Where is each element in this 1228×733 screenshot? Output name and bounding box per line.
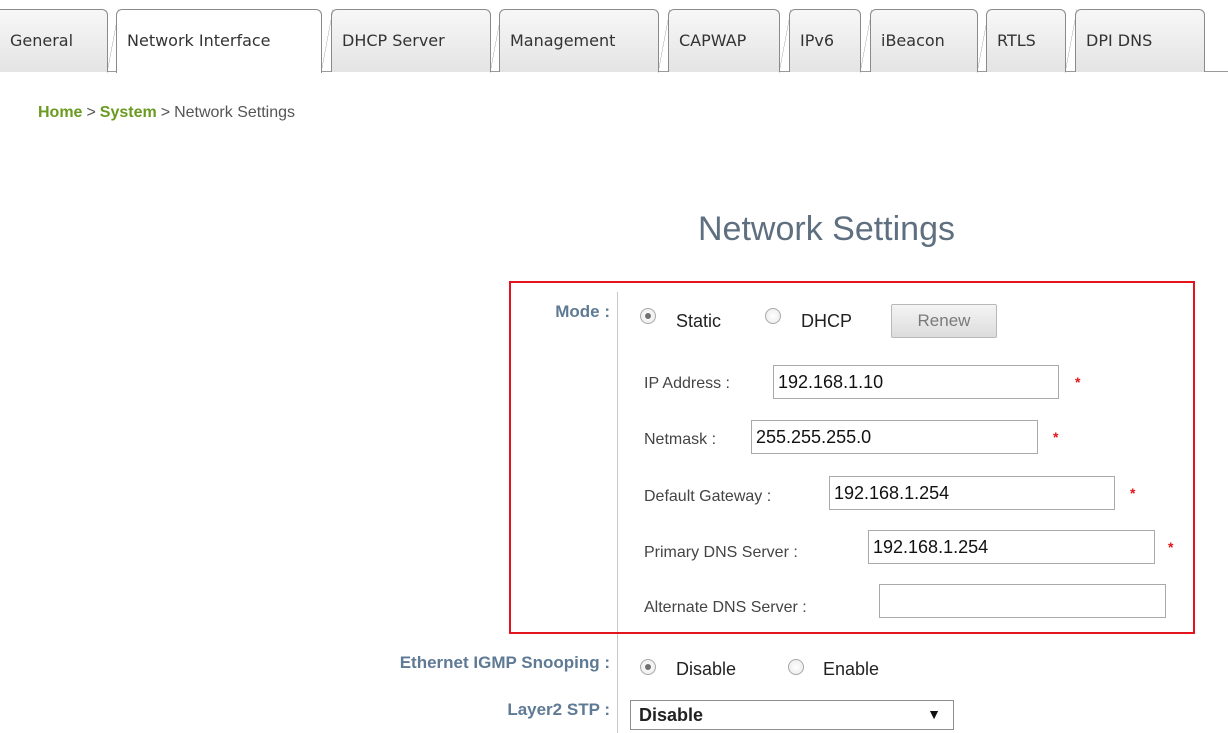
renew-button[interactable]: Renew (891, 304, 997, 338)
tab-dhcp-server[interactable]: DHCP Server (331, 9, 502, 73)
ip-address-required-marker: * (1075, 374, 1081, 390)
netmask-field[interactable] (751, 420, 1038, 454)
tab-label: Network Interface (127, 31, 271, 50)
breadcrumb-system-link[interactable]: System (100, 104, 157, 121)
tab-capwap[interactable]: CAPWAP (668, 9, 791, 73)
breadcrumb-separator: > (86, 104, 96, 121)
tab-ibeacon[interactable]: iBeacon (870, 9, 989, 73)
tab-dpi-dns[interactable]: DPI DNS (1075, 9, 1205, 72)
tab-label: CAPWAP (679, 31, 747, 50)
alternate-dns-label: Alternate DNS Server : (644, 599, 807, 616)
dropdown-arrow-icon: ▼ (927, 706, 941, 722)
default-gateway-required-marker: * (1130, 485, 1136, 501)
tab-rtls[interactable]: RTLS (986, 9, 1077, 73)
page-title: Network Settings (698, 210, 955, 248)
breadcrumb-current: Network Settings (174, 104, 295, 121)
breadcrumb-separator: > (160, 104, 171, 121)
igmp-disable-radio[interactable] (640, 659, 656, 675)
alternate-dns-field[interactable] (879, 584, 1166, 618)
mode-static-label: Static (676, 311, 722, 331)
mode-dhcp-radio[interactable] (765, 308, 781, 324)
tab-label: Management (510, 31, 616, 50)
tab-ipv6[interactable]: IPv6 (789, 9, 872, 73)
tab-management[interactable]: Management (499, 9, 670, 73)
mode-label: Mode : (555, 302, 610, 321)
ip-address-label: IP Address : (644, 375, 730, 392)
ip-address-field[interactable] (773, 365, 1059, 399)
igmp-snooping-label: Ethernet IGMP Snooping : (399, 653, 610, 672)
tab-label: IPv6 (800, 31, 835, 50)
primary-dns-field[interactable] (868, 530, 1155, 564)
tab-label: General (10, 31, 74, 50)
tab-network-interface[interactable]: Network Interface (116, 9, 333, 73)
tab-label: DHCP Server (342, 31, 445, 50)
igmp-disable-label: Disable (676, 659, 737, 679)
netmask-required-marker: * (1053, 429, 1059, 445)
tab-label: RTLS (997, 31, 1036, 50)
igmp-enable-label: Enable (823, 659, 880, 679)
tab-bar: General Network Interface DHCP Server Ma… (0, 0, 1228, 73)
tab-label: iBeacon (881, 31, 945, 50)
tab-general[interactable]: General (0, 9, 119, 73)
mode-dhcp-label: DHCP (801, 311, 853, 331)
layer2-stp-value: Disable (639, 705, 704, 725)
tab-label: DPI DNS (1086, 31, 1153, 50)
netmask-label: Netmask : (644, 431, 717, 448)
breadcrumb-home-link[interactable]: Home (38, 104, 82, 121)
highlight-box (509, 281, 1195, 634)
mode-static-radio[interactable] (640, 308, 656, 324)
default-gateway-field[interactable] (829, 476, 1115, 510)
primary-dns-required-marker: * (1168, 539, 1174, 555)
breadcrumb: Home > System > Network Settings (38, 104, 295, 122)
igmp-enable-radio[interactable] (788, 659, 804, 675)
layer2-stp-label: Layer2 STP : (507, 700, 610, 719)
default-gateway-label: Default Gateway : (644, 488, 772, 505)
primary-dns-label: Primary DNS Server : (644, 544, 798, 561)
layer2-stp-select[interactable]: Disable ▼ (630, 700, 954, 730)
